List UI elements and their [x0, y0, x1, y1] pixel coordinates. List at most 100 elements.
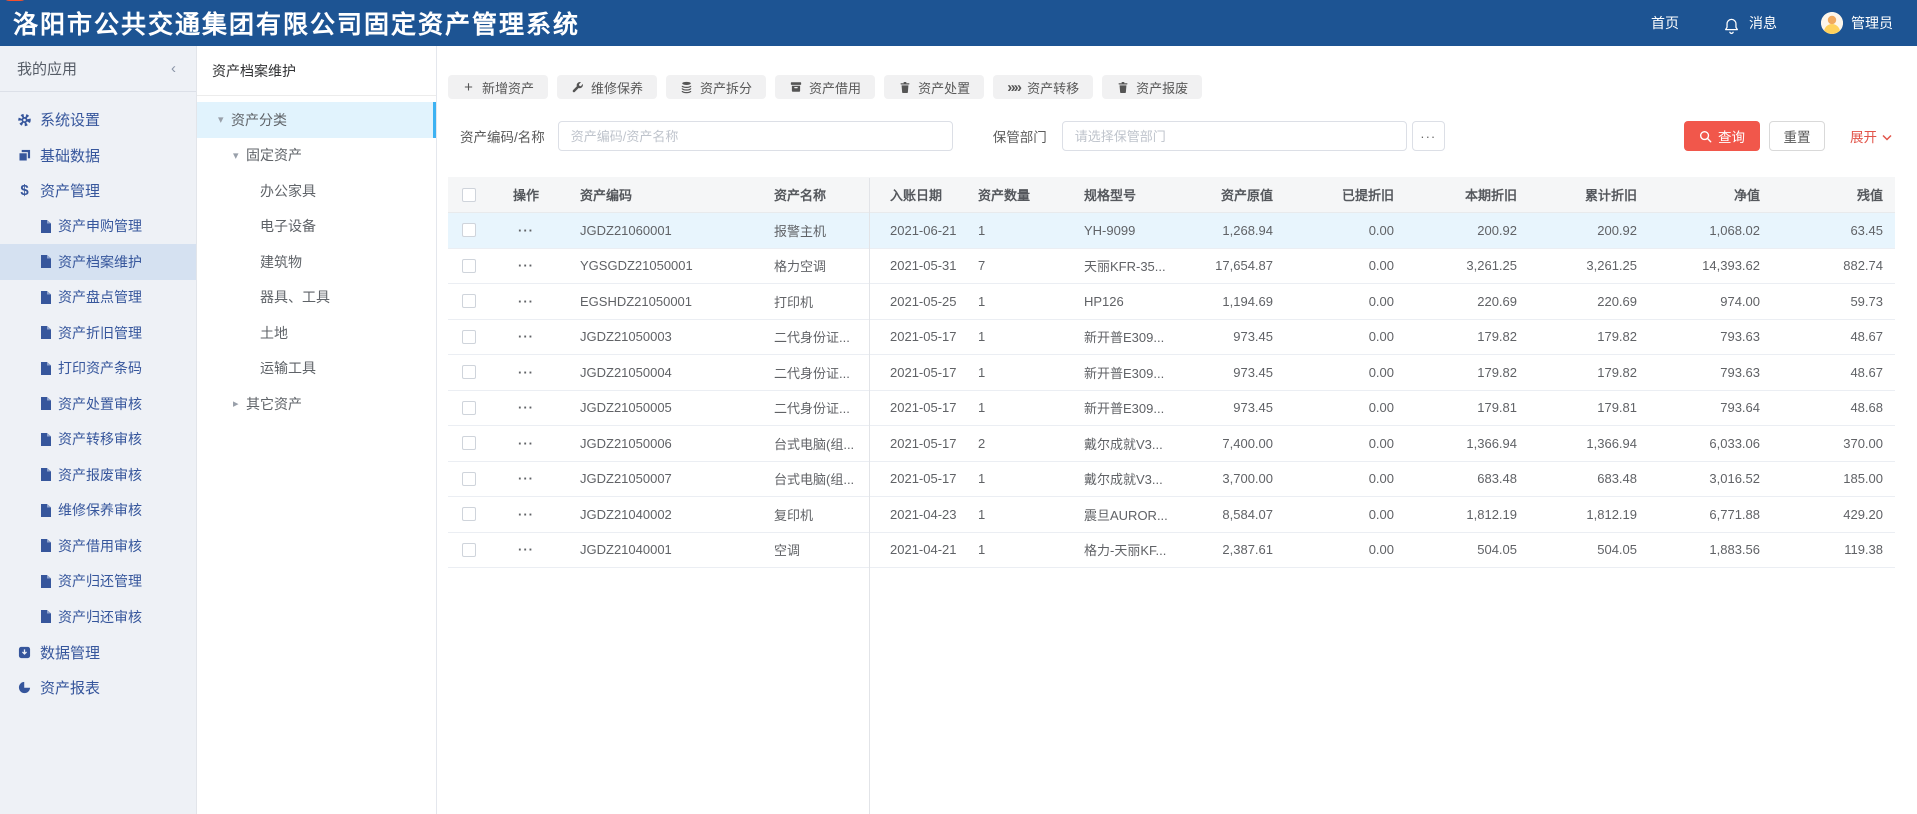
sidebar-item[interactable]: 资产处置审核 [0, 386, 196, 422]
tree-node[interactable]: 运输工具 [197, 351, 436, 387]
col-entry-date: 入账日期 [890, 188, 943, 203]
toolbar-button[interactable]: »» 资产转移 [993, 75, 1094, 99]
tree-node[interactable]: ▾ 资产分类 [197, 102, 436, 138]
sidebar-item-label: 资产转移审核 [58, 431, 142, 448]
table-row[interactable]: ··· JGDZ21060001 报警主机 2021-06-21 1 YH-90… [448, 213, 1895, 249]
dept-picker-button[interactable]: ··· [1411, 121, 1445, 151]
table-row[interactable]: ··· JGDZ21040001 空调 2021-04-21 1 格力-天丽KF… [448, 532, 1895, 568]
table-row[interactable]: ··· YGSGDZ21050001 格力空调 2021-05-31 7 天丽K… [448, 248, 1895, 284]
cell-current-depreciation: 200.92 [1477, 222, 1517, 238]
sidebar-item[interactable]: 资产折旧管理 [0, 315, 196, 351]
row-ops-menu[interactable]: ··· [490, 471, 562, 486]
table-row[interactable]: ··· JGDZ21050004 二代身份证... 2021-05-17 1 新… [448, 355, 1895, 391]
sidebar-item[interactable]: $ 资产管理 [0, 173, 196, 209]
row-ops-menu[interactable]: ··· [490, 223, 562, 238]
bell-icon[interactable] [1723, 13, 1741, 34]
row-checkbox[interactable] [462, 400, 476, 415]
sidebar-item[interactable]: 资产盘点管理 [0, 280, 196, 316]
custody-dept-input[interactable] [1061, 121, 1407, 151]
toolbar-button[interactable]: 维修保养 [557, 75, 658, 99]
file-icon [40, 397, 51, 411]
cell-asset-name: 二代身份证... [774, 365, 850, 381]
table-row[interactable]: ··· EGSHDZ21050001 打印机 2021-05-25 1 HP12… [448, 284, 1895, 320]
row-checkbox[interactable] [462, 436, 476, 451]
table-row[interactable]: ··· JGDZ21050005 二代身份证... 2021-05-17 1 新… [448, 390, 1895, 426]
sidebar-item[interactable]: 资产借用审核 [0, 528, 196, 564]
cell-original-value: 973.45 [1233, 329, 1273, 345]
tree-node[interactable]: 建筑物 [197, 244, 436, 280]
col-net-value: 净值 [1733, 188, 1760, 203]
cell-current-depreciation: 1,366.94 [1466, 435, 1517, 451]
sidebar-item[interactable]: 资产归还管理 [0, 564, 196, 600]
tree-node-label: 运输工具 [260, 360, 316, 377]
query-button[interactable]: 查询 [1684, 121, 1760, 151]
row-ops-menu[interactable]: ··· [490, 436, 562, 451]
row-ops-menu[interactable]: ··· [490, 400, 562, 415]
plus-icon: + [464, 78, 473, 96]
tree-node[interactable]: ▾ 固定资产 [197, 138, 436, 174]
toolbar-button-label: 资产处置 [918, 80, 971, 96]
cell-asset-name: 二代身份证... [774, 401, 850, 417]
sidebar-item[interactable]: 资产转移审核 [0, 422, 196, 458]
row-ops-menu[interactable]: ··· [490, 329, 562, 344]
cell-original-value: 17,654.87 [1215, 258, 1273, 274]
row-ops-menu[interactable]: ··· [490, 507, 562, 522]
row-checkbox[interactable] [462, 329, 476, 344]
toolbar-button[interactable]: 资产拆分 [666, 75, 767, 99]
sidebar-item[interactable]: 资产报废审核 [0, 457, 196, 493]
row-checkbox[interactable] [462, 507, 476, 522]
table-row[interactable]: ··· JGDZ21040002 复印机 2021-04-23 1 震旦AURO… [448, 497, 1895, 533]
tree-node-label: 器具、工具 [260, 289, 330, 306]
row-ops-menu[interactable]: ··· [490, 365, 562, 380]
nav-user[interactable]: 管理员 [1821, 12, 1893, 34]
expand-filters-link[interactable]: 展开 [1850, 126, 1892, 146]
row-checkbox[interactable] [462, 223, 476, 238]
toolbar-button[interactable]: 资产处置 [884, 75, 985, 99]
tree-expand-icon[interactable]: ▸ [233, 397, 246, 410]
table-row[interactable]: ··· JGDZ21050003 二代身份证... 2021-05-17 1 新… [448, 319, 1895, 355]
sidebar-item[interactable]: 资产申购管理 [0, 209, 196, 245]
sidebar-item[interactable]: 系统设置 [0, 102, 196, 138]
tree-node[interactable]: 器具、工具 [197, 280, 436, 316]
cell-asset-name: 台式电脑(组... [774, 436, 855, 452]
sidebar-item[interactable]: 数据管理 [0, 635, 196, 671]
row-checkbox[interactable] [462, 471, 476, 486]
tree-expand-icon[interactable]: ▾ [233, 149, 246, 162]
sidebar-item[interactable]: 基础数据 [0, 138, 196, 174]
tree-node[interactable]: 办公家具 [197, 173, 436, 209]
table-row[interactable]: ··· JGDZ21050007 台式电脑(组... 2021-05-17 1 … [448, 461, 1895, 497]
toolbar-button[interactable]: 资产借用 [775, 75, 876, 99]
sidebar-item[interactable]: 资产归还审核 [0, 599, 196, 635]
row-checkbox[interactable] [462, 258, 476, 273]
reset-button[interactable]: 重置 [1769, 121, 1825, 151]
nav-home[interactable]: 首页 [1651, 13, 1679, 33]
cell-prev-depreciation: 0.00 [1368, 329, 1394, 345]
tree-node[interactable]: ▸ 其它资产 [197, 386, 436, 422]
sidebar-item[interactable]: 维修保养审核 [0, 493, 196, 529]
tree-node[interactable]: 土地 [197, 315, 436, 351]
sidebar-item[interactable]: 资产档案维护 [0, 244, 196, 280]
asset-code-input[interactable] [557, 121, 953, 151]
sidebar-item[interactable]: 打印资产条码 [0, 351, 196, 387]
avatar[interactable] [1821, 12, 1843, 34]
row-ops-menu[interactable]: ··· [490, 542, 562, 557]
tree-node[interactable]: 电子设备 [197, 209, 436, 245]
toolbar-button[interactable]: 资产报废 [1102, 75, 1203, 99]
cell-net-value: 1,068.02 [1709, 222, 1760, 238]
sidebar-item[interactable]: 资产报表 [0, 670, 196, 706]
collapse-sidebar-icon[interactable]: ‹ [171, 61, 176, 76]
row-ops-menu[interactable]: ··· [490, 258, 562, 273]
cell-quantity: 1 [978, 293, 986, 309]
toolbar-button[interactable]: + 新增资产 [448, 75, 549, 99]
row-ops-menu[interactable]: ··· [490, 294, 562, 309]
nav-messages[interactable]: 41 消息 [2, 0, 1777, 34]
row-checkbox[interactable] [462, 365, 476, 380]
select-all-checkbox[interactable] [462, 187, 476, 202]
tree-expand-icon[interactable]: ▾ [218, 113, 231, 126]
tree-node-label: 土地 [260, 324, 288, 341]
cell-quantity: 1 [978, 400, 986, 416]
row-checkbox[interactable] [462, 294, 476, 309]
file-icon [40, 290, 51, 304]
table-row[interactable]: ··· JGDZ21050006 台式电脑(组... 2021-05-17 2 … [448, 426, 1895, 462]
row-checkbox[interactable] [462, 542, 476, 557]
